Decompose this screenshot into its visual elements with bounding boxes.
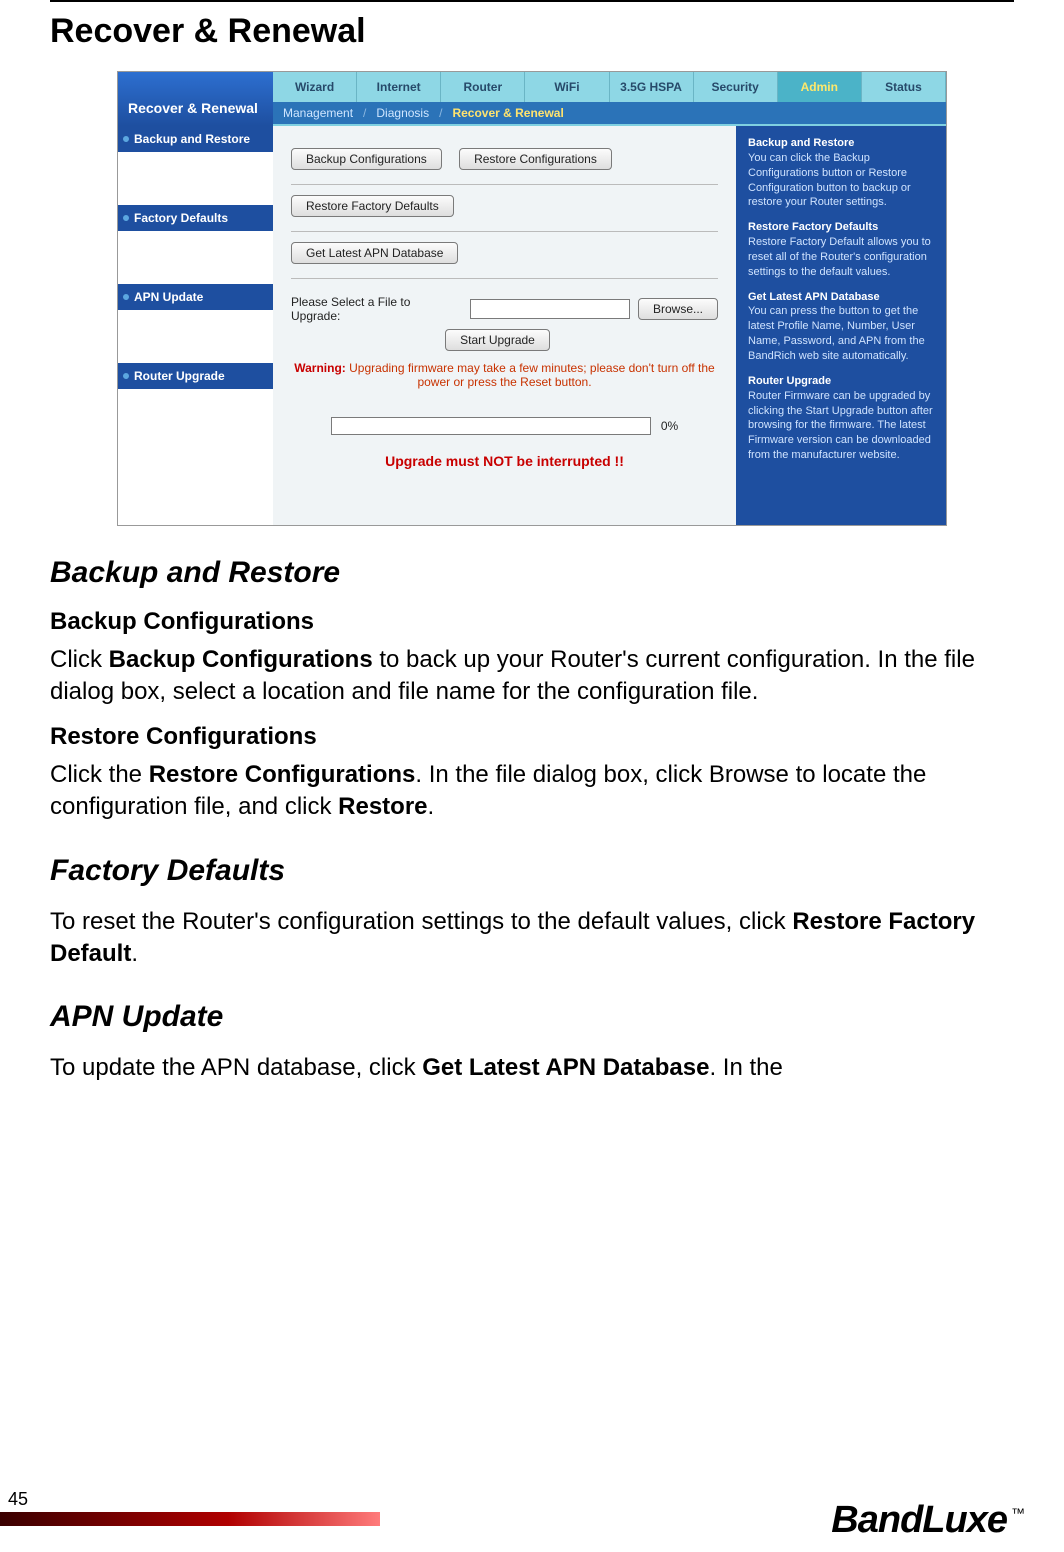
tab-admin[interactable]: Admin <box>778 72 862 102</box>
group-upgrade: Please Select a File to Upgrade: Browse.… <box>291 279 718 513</box>
get-latest-apn-button[interactable]: Get Latest APN Database <box>291 242 458 264</box>
section-backup-restore-title: Backup and Restore <box>50 556 1014 590</box>
nav-spacer <box>118 311 273 363</box>
help-text-factory: Restore Factory Default allows you to re… <box>748 236 931 278</box>
progress-row: 0% <box>291 417 718 435</box>
subtab-management[interactable]: Management <box>283 106 353 120</box>
help-heading-backup: Backup and Restore <box>748 136 934 151</box>
restore-factory-defaults-button[interactable]: Restore Factory Defaults <box>291 195 454 217</box>
subsection-restore-config-title: Restore Configurations <box>50 723 1014 751</box>
section-factory-title: Factory Defaults <box>50 854 1014 888</box>
text-bold: Restore Configurations <box>149 761 416 788</box>
restore-configurations-button[interactable]: Restore Configurations <box>459 148 612 170</box>
brand-name: BandLuxe <box>831 1499 1007 1541</box>
group-backup-restore: Backup Configurations Restore Configurat… <box>291 138 718 185</box>
router-ui-screenshot: Recover & Renewal Wizard Internet Router… <box>117 71 947 526</box>
tab-wizard[interactable]: Wizard <box>273 72 357 102</box>
footer-bar <box>0 1512 380 1526</box>
warning-text: Warning: Upgrading firmware may take a f… <box>291 361 718 389</box>
tab-status[interactable]: Status <box>862 72 946 102</box>
tabs-area: Wizard Internet Router WiFi 3.5G HSPA Se… <box>273 72 946 126</box>
text-bold: Backup Configurations <box>109 646 373 673</box>
sidebar-item-router-upgrade[interactable]: Router Upgrade <box>118 363 273 390</box>
brand-logo: BandLuxe™ <box>831 1499 1024 1542</box>
separator: / <box>439 106 442 120</box>
header-bar: Recover & Renewal Wizard Internet Router… <box>118 72 946 126</box>
sidebar-item-factory-defaults[interactable]: Factory Defaults <box>118 205 273 232</box>
left-nav: Backup and Restore Factory Defaults APN … <box>118 126 273 525</box>
text-bold: Get Latest APN Database <box>422 1054 709 1081</box>
group-apn: Get Latest APN Database <box>291 232 718 279</box>
sidebar-item-apn-update[interactable]: APN Update <box>118 284 273 311</box>
text-run: Click the <box>50 761 149 788</box>
text-run: Click <box>50 646 109 673</box>
text-run: To reset the Router's configuration sett… <box>50 908 792 935</box>
help-text-upgrade: Router Firmware can be upgraded by click… <box>748 390 933 461</box>
paragraph-backup-config: Click Backup Configurations to back up y… <box>50 644 1014 709</box>
trademark-symbol: ™ <box>1011 1505 1024 1521</box>
help-panel: Backup and Restore You can click the Bac… <box>736 126 946 525</box>
browse-button[interactable]: Browse... <box>638 298 718 320</box>
page-number: 45 <box>8 1489 28 1510</box>
tab-internet[interactable]: Internet <box>357 72 441 102</box>
tab-hspa[interactable]: 3.5G HSPA <box>610 72 694 102</box>
backup-configurations-button[interactable]: Backup Configurations <box>291 148 442 170</box>
panel-title: Recover & Renewal <box>118 72 273 126</box>
group-factory: Restore Factory Defaults <box>291 185 718 232</box>
text-run: . In the <box>709 1054 782 1081</box>
separator: / <box>363 106 366 120</box>
sidebar-item-backup-restore[interactable]: Backup and Restore <box>118 126 273 153</box>
start-row: Start Upgrade <box>291 329 718 351</box>
help-text-apn: You can press the button to get the late… <box>748 305 925 362</box>
main-panel: Backup Configurations Restore Configurat… <box>273 126 736 525</box>
tab-router[interactable]: Router <box>441 72 525 102</box>
warning-body: Upgrading firmware may take a few minute… <box>346 361 715 389</box>
help-text-backup: You can click the Backup Configurations … <box>748 152 911 209</box>
page-footer: 45 BandLuxe™ <box>0 1482 1064 1552</box>
help-heading-factory: Restore Factory Defaults <box>748 220 934 235</box>
upgrade-file-input[interactable] <box>470 299 630 319</box>
text-run: To update the APN database, click <box>50 1054 422 1081</box>
file-row: Please Select a File to Upgrade: Browse.… <box>291 295 718 323</box>
tab-security[interactable]: Security <box>694 72 778 102</box>
subsection-backup-config-title: Backup Configurations <box>50 608 1014 636</box>
start-upgrade-button[interactable]: Start Upgrade <box>445 329 550 351</box>
help-heading-apn: Get Latest APN Database <box>748 290 934 305</box>
paragraph-restore-config: Click the Restore Configurations. In the… <box>50 759 1014 824</box>
page-title: Recover & Renewal <box>50 12 1014 51</box>
interrupt-warning: Upgrade must NOT be interrupted !! <box>291 453 718 469</box>
paragraph-apn: To update the APN database, click Get La… <box>50 1052 1014 1084</box>
main-tabs: Wizard Internet Router WiFi 3.5G HSPA Se… <box>273 72 946 102</box>
body: Backup and Restore Factory Defaults APN … <box>118 126 946 525</box>
text-run: . <box>131 940 138 967</box>
nav-spacer <box>118 232 273 284</box>
help-heading-upgrade: Router Upgrade <box>748 374 934 389</box>
top-rule <box>50 0 1014 2</box>
tab-wifi[interactable]: WiFi <box>525 72 609 102</box>
subtab-diagnosis[interactable]: Diagnosis <box>376 106 429 120</box>
sub-tabs: Management / Diagnosis / Recover & Renew… <box>273 102 946 124</box>
paragraph-factory: To reset the Router's configuration sett… <box>50 906 1014 971</box>
text-run: . <box>428 793 435 820</box>
progress-percent: 0% <box>661 419 678 433</box>
progress-bar <box>331 417 651 435</box>
text-bold: Restore <box>338 793 427 820</box>
subtab-recover-renewal[interactable]: Recover & Renewal <box>452 106 563 120</box>
select-file-label: Please Select a File to Upgrade: <box>291 295 462 323</box>
warning-prefix: Warning: <box>294 361 346 375</box>
section-apn-title: APN Update <box>50 1000 1014 1034</box>
nav-spacer <box>118 153 273 205</box>
